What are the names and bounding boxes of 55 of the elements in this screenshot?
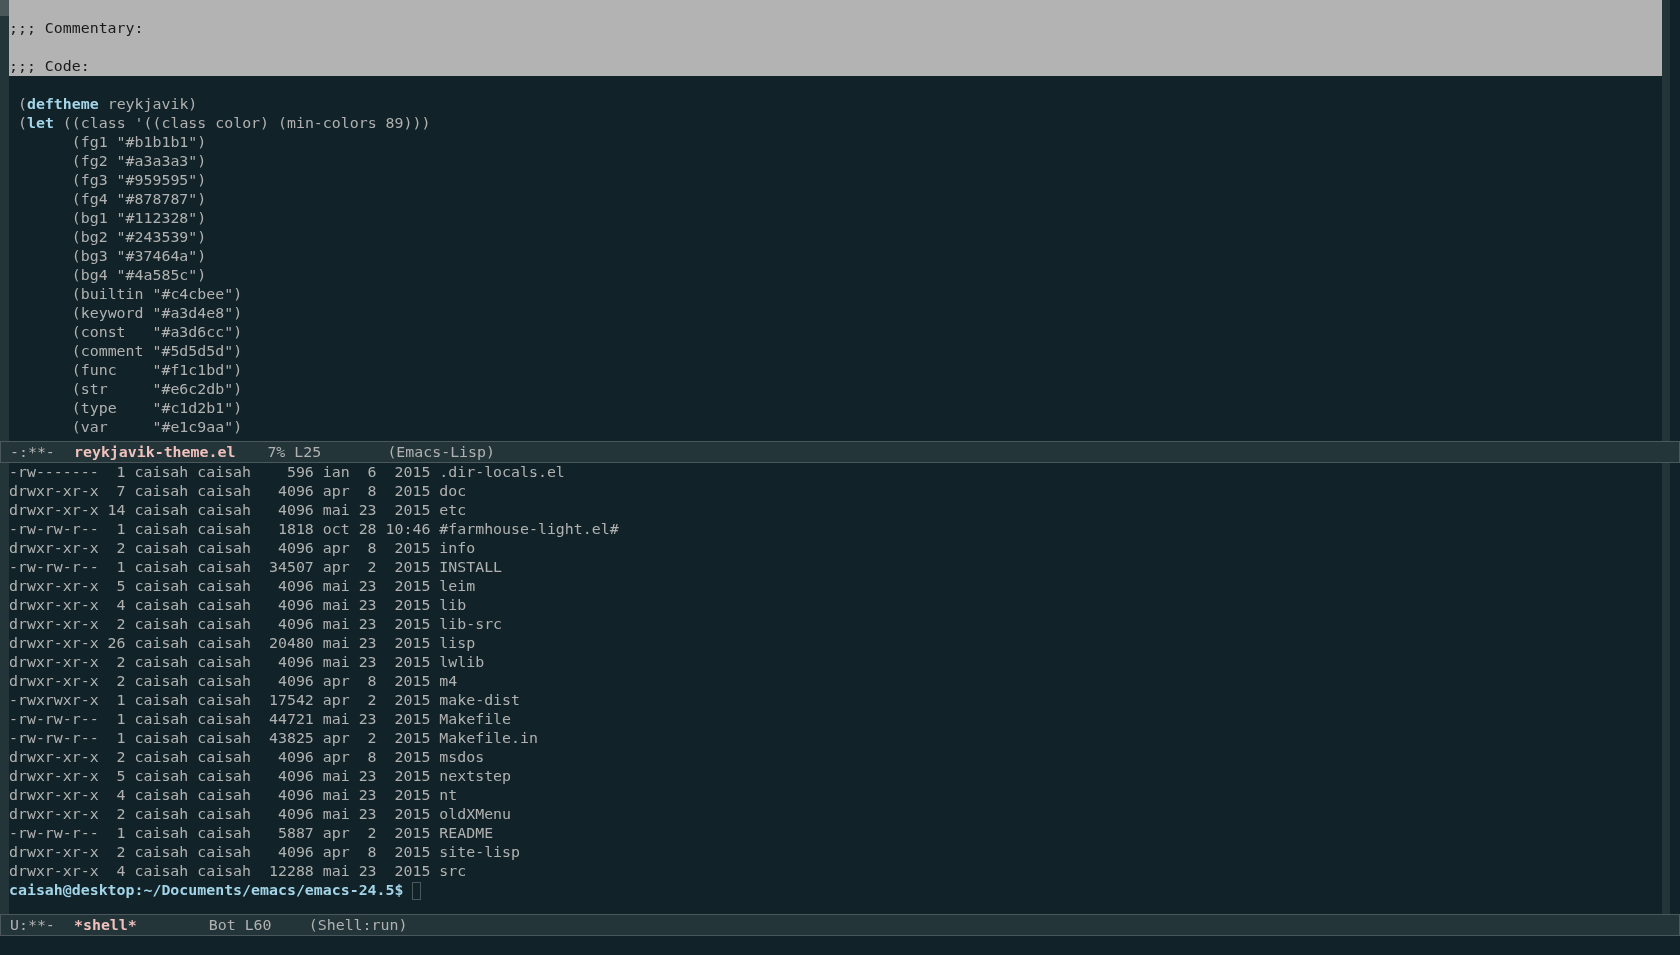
listing-line: drwxr-xr-x 2 caisah caisah 4096 mai 23 2015 lwlib xyxy=(9,653,486,672)
listing-line: drwxr-xr-x 2 caisah caisah 4096 apr 8 2015 msdos xyxy=(9,748,486,767)
code-line: (bg3 "#37464a") xyxy=(70,247,208,266)
scroll-bar[interactable] xyxy=(1662,0,1670,441)
buffer-name: reykjavik-theme.el xyxy=(74,442,236,462)
code-line: (const "#a3d6cc") xyxy=(70,323,244,342)
code-line: (deftheme reykjavik) xyxy=(17,95,199,114)
code-line: (bg4 "#4a585c") xyxy=(70,266,208,285)
comment-line: ;;; Code: xyxy=(9,57,91,76)
major-mode: (Emacs-Lisp) xyxy=(387,442,495,462)
listing-line: drwxr-xr-x 2 caisah caisah 4096 mai 23 2015 oldXMenu xyxy=(9,805,513,824)
buffer-state: U:**- xyxy=(10,915,56,935)
listing-line: drwxr-xr-x 26 caisah caisah 20480 mai 23 2015 lisp xyxy=(9,634,477,653)
scroll-bar[interactable] xyxy=(1662,463,1670,914)
code-line: (fg1 "#b1b1b1") xyxy=(70,133,208,152)
listing-line: -rwxrwxr-x 1 caisah caisah 17542 apr 2 2015 make-dist xyxy=(9,691,521,710)
comment-line: ;;; Commentary: xyxy=(9,19,145,38)
listing-line: -rw------- 1 caisah caisah 596 ian 6 2015 .dir-locals.el xyxy=(9,463,566,482)
listing-line: drwxr-xr-x 7 caisah caisah 4096 apr 8 2015 doc xyxy=(9,482,468,501)
code-line: (fg3 "#959595") xyxy=(70,171,208,190)
code-line: (str "#e6c2db") xyxy=(70,380,244,399)
code-line: (fg2 "#a3a3a3") xyxy=(70,152,208,171)
listing-line: drwxr-xr-x 2 caisah caisah 4096 apr 8 2015 info xyxy=(9,539,477,558)
major-mode: (Shell:run) xyxy=(308,915,408,935)
listing-line: drwxr-xr-x 4 caisah caisah 4096 mai 23 2015 lib xyxy=(9,596,468,615)
code-line: (var "#e1c9aa") xyxy=(70,418,244,437)
listing-line: drwxr-xr-x 5 caisah caisah 4096 mai 23 2015 leim xyxy=(9,577,477,596)
code-line: (builtin "#c4cbee") xyxy=(70,285,244,304)
listing-line: -rw-rw-r-- 1 caisah caisah 43825 apr 2 2015 Makefile.in xyxy=(9,729,539,748)
code-line: (func "#f1c1bd") xyxy=(70,361,244,380)
shell-prompt: caisah@desktop:~/Documents/emacs/emacs-24.5$ xyxy=(9,881,404,900)
listing-line: drwxr-xr-x 2 caisah caisah 4096 apr 8 2015 m4 xyxy=(9,672,459,691)
code-line: (let ((class '((class color) (min-colors 89))) xyxy=(17,114,432,133)
buffer-position: Bot L60 xyxy=(208,915,273,935)
listing-line: -rw-rw-r-- 1 caisah caisah 34507 apr 2 2015 INSTALL xyxy=(9,558,504,577)
fringe-marker xyxy=(0,0,9,16)
listing-line: drwxr-xr-x 5 caisah caisah 4096 mai 23 2015 nextstep xyxy=(9,767,513,786)
code-line: (bg1 "#112328") xyxy=(70,209,208,228)
code-line: (type "#c1d2b1") xyxy=(70,399,244,418)
text-cursor-icon xyxy=(412,881,422,900)
listing-line: drwxr-xr-x 2 caisah caisah 4096 apr 8 2015 site-lisp xyxy=(9,843,521,862)
buffer-name: *shell* xyxy=(74,915,137,935)
listing-line: drwxr-xr-x 2 caisah caisah 4096 mai 23 2015 lib-src xyxy=(9,615,504,634)
buffer-position: 7% L25 xyxy=(267,442,323,462)
code-line: (keyword "#a3d4e8") xyxy=(70,304,244,323)
listing-line: -rw-rw-r-- 1 caisah caisah 5887 apr 2 2015 README xyxy=(9,824,495,843)
code-line: (fg4 "#878787") xyxy=(70,190,208,209)
listing-line: drwxr-xr-x 14 caisah caisah 4096 mai 23 2015 etc xyxy=(9,501,468,520)
code-line: (comment "#5d5d5d") xyxy=(70,342,244,361)
listing-line: drwxr-xr-x 4 caisah caisah 12288 mai 23 2015 src xyxy=(9,862,468,881)
buffer-state: -:**- xyxy=(10,442,56,462)
code-line: (bg2 "#243539") xyxy=(70,228,208,247)
listing-line: -rw-rw-r-- 1 caisah caisah 44721 mai 23 2015 Makefile xyxy=(9,710,513,729)
listing-line: drwxr-xr-x 4 caisah caisah 4096 mai 23 2015 nt xyxy=(9,786,459,805)
listing-line: -rw-rw-r-- 1 caisah caisah 1818 oct 28 10:46 #farmhouse-light.el# xyxy=(9,520,620,539)
